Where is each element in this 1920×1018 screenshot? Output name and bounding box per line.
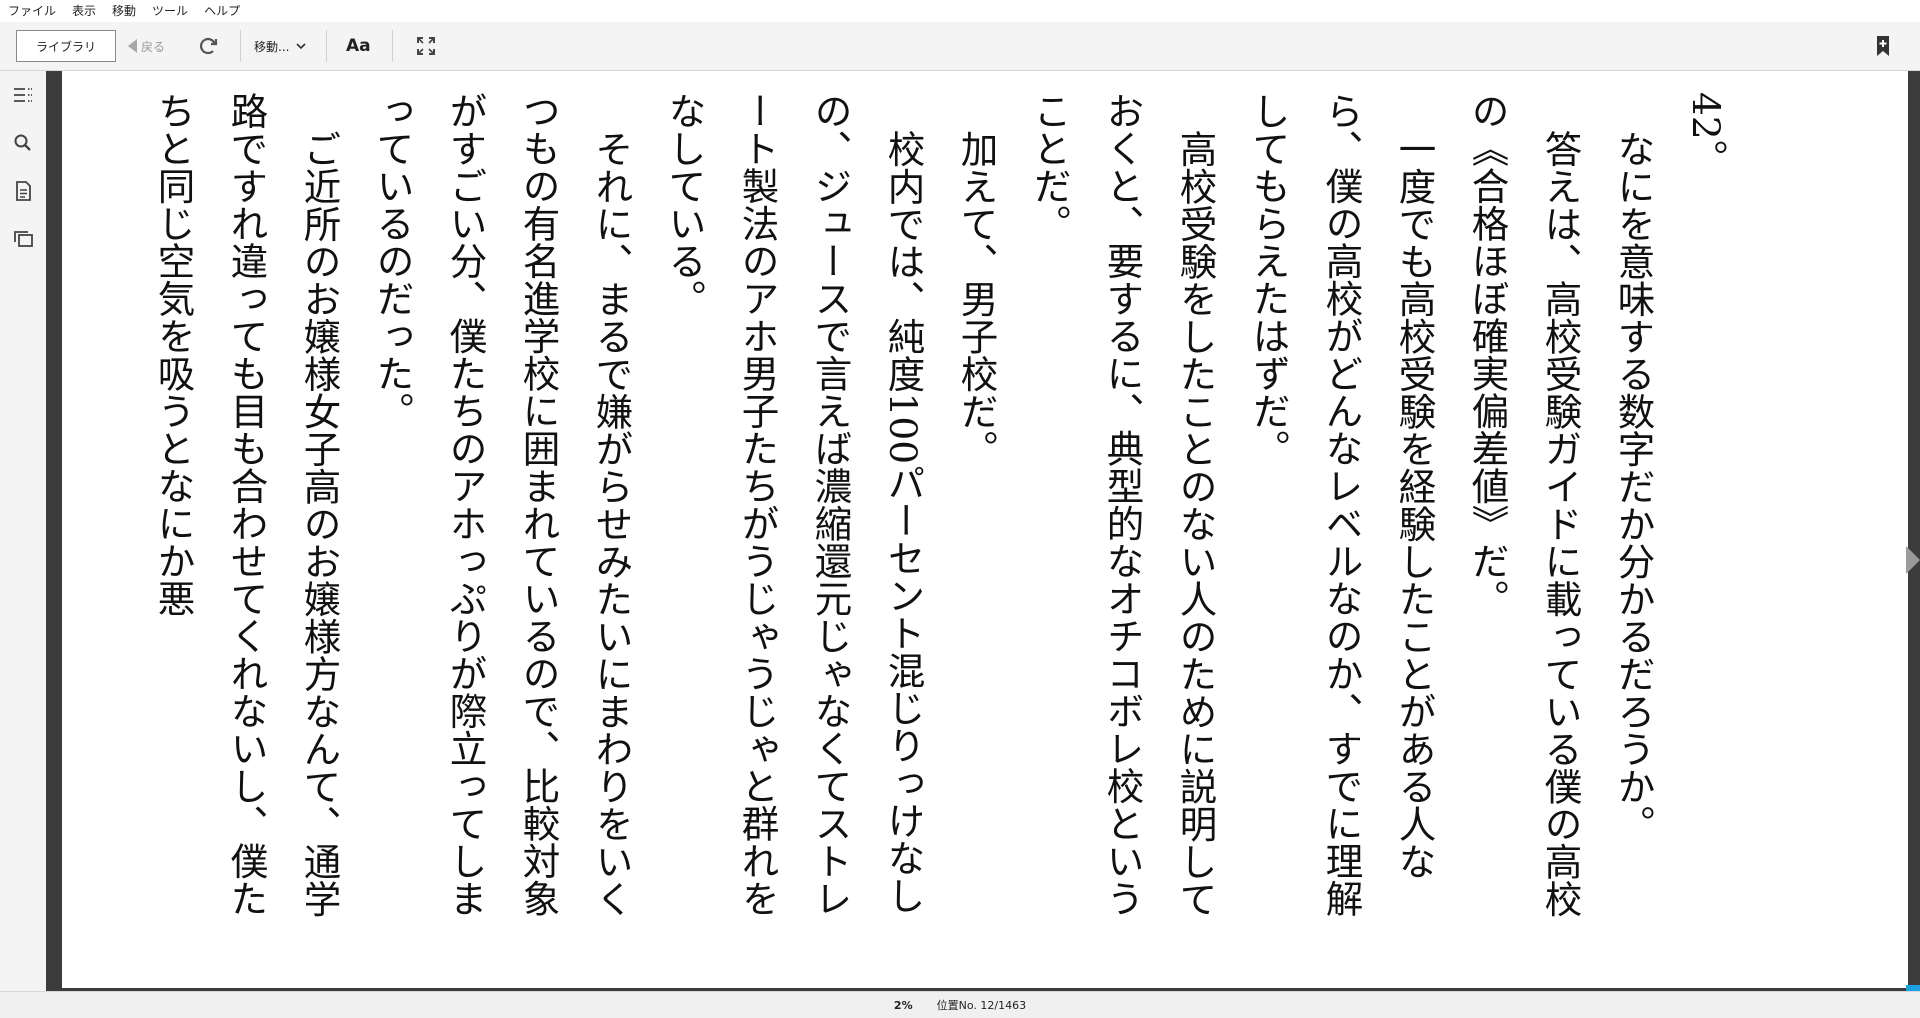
bookmark-add-icon[interactable]: [1872, 34, 1894, 58]
toolbar-divider: [240, 30, 241, 62]
notes-icon[interactable]: [11, 179, 35, 203]
table-of-contents-icon[interactable]: [11, 83, 35, 107]
next-page-arrow-icon[interactable]: [1906, 546, 1920, 574]
font-settings-button[interactable]: Aa: [346, 30, 371, 62]
paragraph: 一度でも高校受験を経験したことがある人なら、僕の高校がどんなレベルなのか、すでに…: [1246, 92, 1436, 917]
toolbar-divider: [392, 30, 393, 62]
chapter-number: 42。: [1684, 92, 1728, 178]
menu-go[interactable]: 移動: [104, 0, 144, 22]
status-bar: 2% 位置No. 12/1463: [0, 991, 1920, 1018]
toolbar-divider: [326, 30, 327, 62]
goto-label: 移動...: [254, 39, 290, 54]
paragraph: それに、まるで嫌がらせみたいにまわりをいくつもの有名進学校に囲まれているので、比…: [370, 92, 633, 917]
book-text: 42。 なにを意味する数字だか分かるだろうか。 答えは、高校受験ガイドに載っている僕…: [136, 92, 1742, 952]
left-sidebar: [0, 71, 46, 991]
menu-file[interactable]: ファイル: [0, 0, 64, 22]
paragraph: 高校受験をしたことのない人のために説明しておくと、要するに、典型的なオチコボレ校…: [1027, 92, 1217, 917]
location-indicator: 位置No. 12/1463: [936, 999, 1027, 1012]
reading-percent: 2%: [893, 998, 913, 1012]
menu-tools[interactable]: ツール: [144, 0, 196, 22]
flashcards-icon[interactable]: [11, 227, 35, 251]
search-icon[interactable]: [11, 131, 35, 155]
paragraph: ご近所のお嬢様女子高のお嬢様方なんて、通学路ですれ違っても目も合わせてくれないし…: [151, 92, 341, 917]
chevron-down-icon: [296, 43, 307, 50]
library-button[interactable]: ライブラリ: [16, 30, 116, 62]
fullscreen-icon[interactable]: [414, 34, 438, 58]
library-button-label: ライブラリ: [35, 39, 96, 54]
paragraph: 答えは、高校受験ガイドに載っている僕の高校の《合格ほぼ確実偏差値》だ。: [1465, 92, 1582, 917]
menu-bar: ファイル 表示 移動 ツール ヘルプ: [0, 0, 1920, 23]
back-arrow-icon: [128, 39, 137, 53]
font-settings-label: Aa: [346, 36, 371, 56]
back-button-label: 戻る: [141, 39, 166, 54]
refresh-icon[interactable]: [196, 34, 220, 58]
toolbar: ライブラリ 戻る 移動... Aa: [0, 22, 1920, 71]
back-button[interactable]: 戻る: [128, 30, 165, 62]
goto-dropdown[interactable]: 移動...: [254, 30, 307, 62]
menu-help[interactable]: ヘルプ: [196, 0, 248, 22]
menu-view[interactable]: 表示: [64, 0, 104, 22]
paragraph: なにを意味する数字だか分かるだろうか。: [1611, 129, 1655, 843]
paragraph: 校内では、純度100パーセント混じりっけなしの、ジュースで言えば濃縮還元じゃなく…: [662, 92, 925, 917]
paragraph: 加えて、男子校だ。: [954, 129, 998, 468]
